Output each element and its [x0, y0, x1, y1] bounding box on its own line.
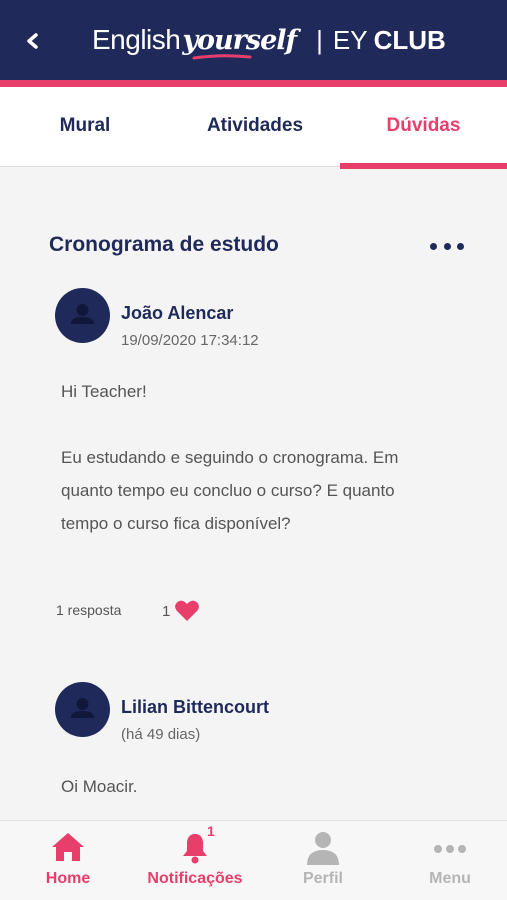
nav-profile-label: Perfil	[302, 870, 343, 887]
reply-body: Oi Moacir.	[61, 777, 138, 796]
more-options-button[interactable]	[430, 236, 464, 256]
user-icon	[307, 832, 339, 865]
logo-yourself: yourself	[182, 25, 297, 59]
user-icon	[71, 698, 94, 718]
more-horizontal-icon	[430, 242, 437, 250]
active-tab-indicator	[340, 163, 507, 169]
like-button[interactable]: 1	[162, 598, 200, 624]
nav-profile[interactable]: Perfil	[273, 821, 373, 900]
logo-club: CLUB	[373, 24, 446, 55]
more-horizontal-icon	[434, 845, 466, 853]
replies-count[interactable]: 1 resposta	[56, 602, 121, 618]
app-header: English yourself | EY CLUB	[0, 0, 507, 87]
post-timestamp: 19/09/2020 17:34:12	[121, 332, 259, 349]
bottom-navigation: Home 1 Notificações Perfil Menu	[0, 820, 507, 900]
tab-mural[interactable]: Mural	[0, 87, 170, 167]
header-accent-line	[0, 80, 507, 87]
post-title: Cronograma de estudo	[49, 233, 279, 256]
bell-icon	[183, 834, 207, 864]
chevron-left-icon	[27, 33, 38, 49]
nav-home-label: Home	[45, 870, 91, 887]
logo-swoosh	[192, 53, 252, 59]
back-button[interactable]	[18, 24, 48, 58]
heart-icon	[175, 600, 200, 621]
post-body-line-3: tempo o curso fica disponível?	[61, 514, 291, 533]
nav-notifications-label: Notificações	[147, 870, 243, 887]
reply-author-avatar[interactable]	[55, 682, 110, 737]
post-body-line-2: quanto tempo eu concluo o curso? E quant…	[61, 481, 395, 500]
post-body-line-1: Eu estudando e seguindo o cronograma. Em	[61, 448, 399, 467]
logo-english: English	[92, 24, 181, 55]
nav-home[interactable]: Home	[18, 821, 118, 900]
likes-count: 1	[162, 602, 171, 620]
author-avatar[interactable]	[55, 288, 110, 343]
post-author-name[interactable]: João Alencar	[121, 303, 233, 324]
home-icon	[52, 833, 84, 861]
logo-ey: EY	[332, 24, 368, 55]
tab-bar: Mural Atividades Dúvidas	[0, 87, 507, 169]
app-logo: English yourself | EY CLUB	[92, 18, 446, 62]
nav-notifications[interactable]: 1 Notificações	[140, 821, 250, 900]
logo-separator: |	[316, 24, 323, 55]
tab-atividades[interactable]: Atividades	[170, 87, 340, 167]
nav-menu[interactable]: Menu	[400, 821, 500, 900]
post-greeting: Hi Teacher!	[61, 382, 147, 401]
notification-badge: 1	[207, 823, 215, 839]
nav-menu-label: Menu	[429, 870, 471, 887]
reply-author-name[interactable]: Lilian Bittencourt	[121, 697, 269, 718]
tab-duvidas-label: Dúvidas	[386, 115, 461, 136]
reply-timestamp: (há 49 dias)	[121, 726, 201, 743]
tab-duvidas[interactable]: Dúvidas	[340, 87, 507, 169]
user-icon	[71, 304, 94, 324]
